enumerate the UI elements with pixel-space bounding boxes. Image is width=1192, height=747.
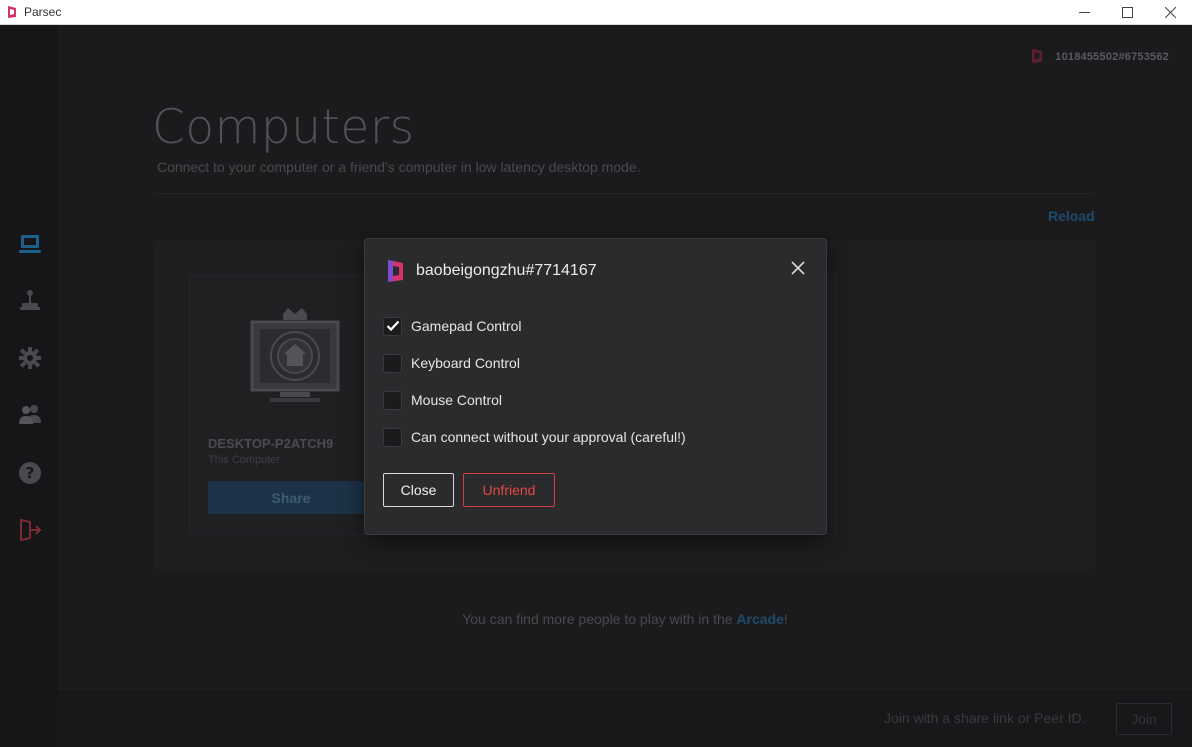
auto-approve-checkbox[interactable] <box>383 427 402 447</box>
close-icon <box>1164 7 1176 18</box>
auto-approve-option[interactable]: Can connect without your approval (caref… <box>383 427 686 447</box>
auto-approve-label: Can connect without your approval (caref… <box>411 429 686 445</box>
unfriend-button[interactable]: Unfriend <box>463 473 555 507</box>
checkmark-icon <box>386 320 399 332</box>
mouse-control-label: Mouse Control <box>411 392 503 408</box>
keyboard-control-option[interactable]: Keyboard Control <box>383 353 520 373</box>
keyboard-control-label: Keyboard Control <box>411 355 520 371</box>
maximize-icon <box>1121 7 1133 18</box>
title-bar: Parsec <box>0 0 1192 25</box>
mouse-control-option[interactable]: Mouse Control <box>383 390 502 410</box>
parsec-logo-icon <box>8 6 16 18</box>
close-button[interactable]: Close <box>383 473 454 507</box>
dialog-title: baobeigongzhu#7714167 <box>416 262 597 279</box>
gamepad-control-option[interactable]: Gamepad Control <box>383 316 522 336</box>
parsec-logo-icon <box>388 260 403 282</box>
close-icon[interactable] <box>789 259 807 277</box>
gamepad-control-checkbox[interactable] <box>383 316 402 336</box>
friend-permissions-dialog: baobeigongzhu#7714167 Gamepad Control Ke… <box>364 238 827 535</box>
gamepad-control-label: Gamepad Control <box>411 318 522 334</box>
window-close-button[interactable] <box>1148 0 1192 25</box>
maximize-button[interactable] <box>1105 0 1149 25</box>
parsec-window: Parsec ? 1018455502#6753562 Computers Co… <box>0 0 1192 747</box>
minimize-icon <box>1078 12 1090 13</box>
keyboard-control-checkbox[interactable] <box>383 353 402 373</box>
minimize-button[interactable] <box>1062 0 1106 25</box>
app-title: Parsec <box>24 5 62 19</box>
mouse-control-checkbox[interactable] <box>383 390 402 410</box>
